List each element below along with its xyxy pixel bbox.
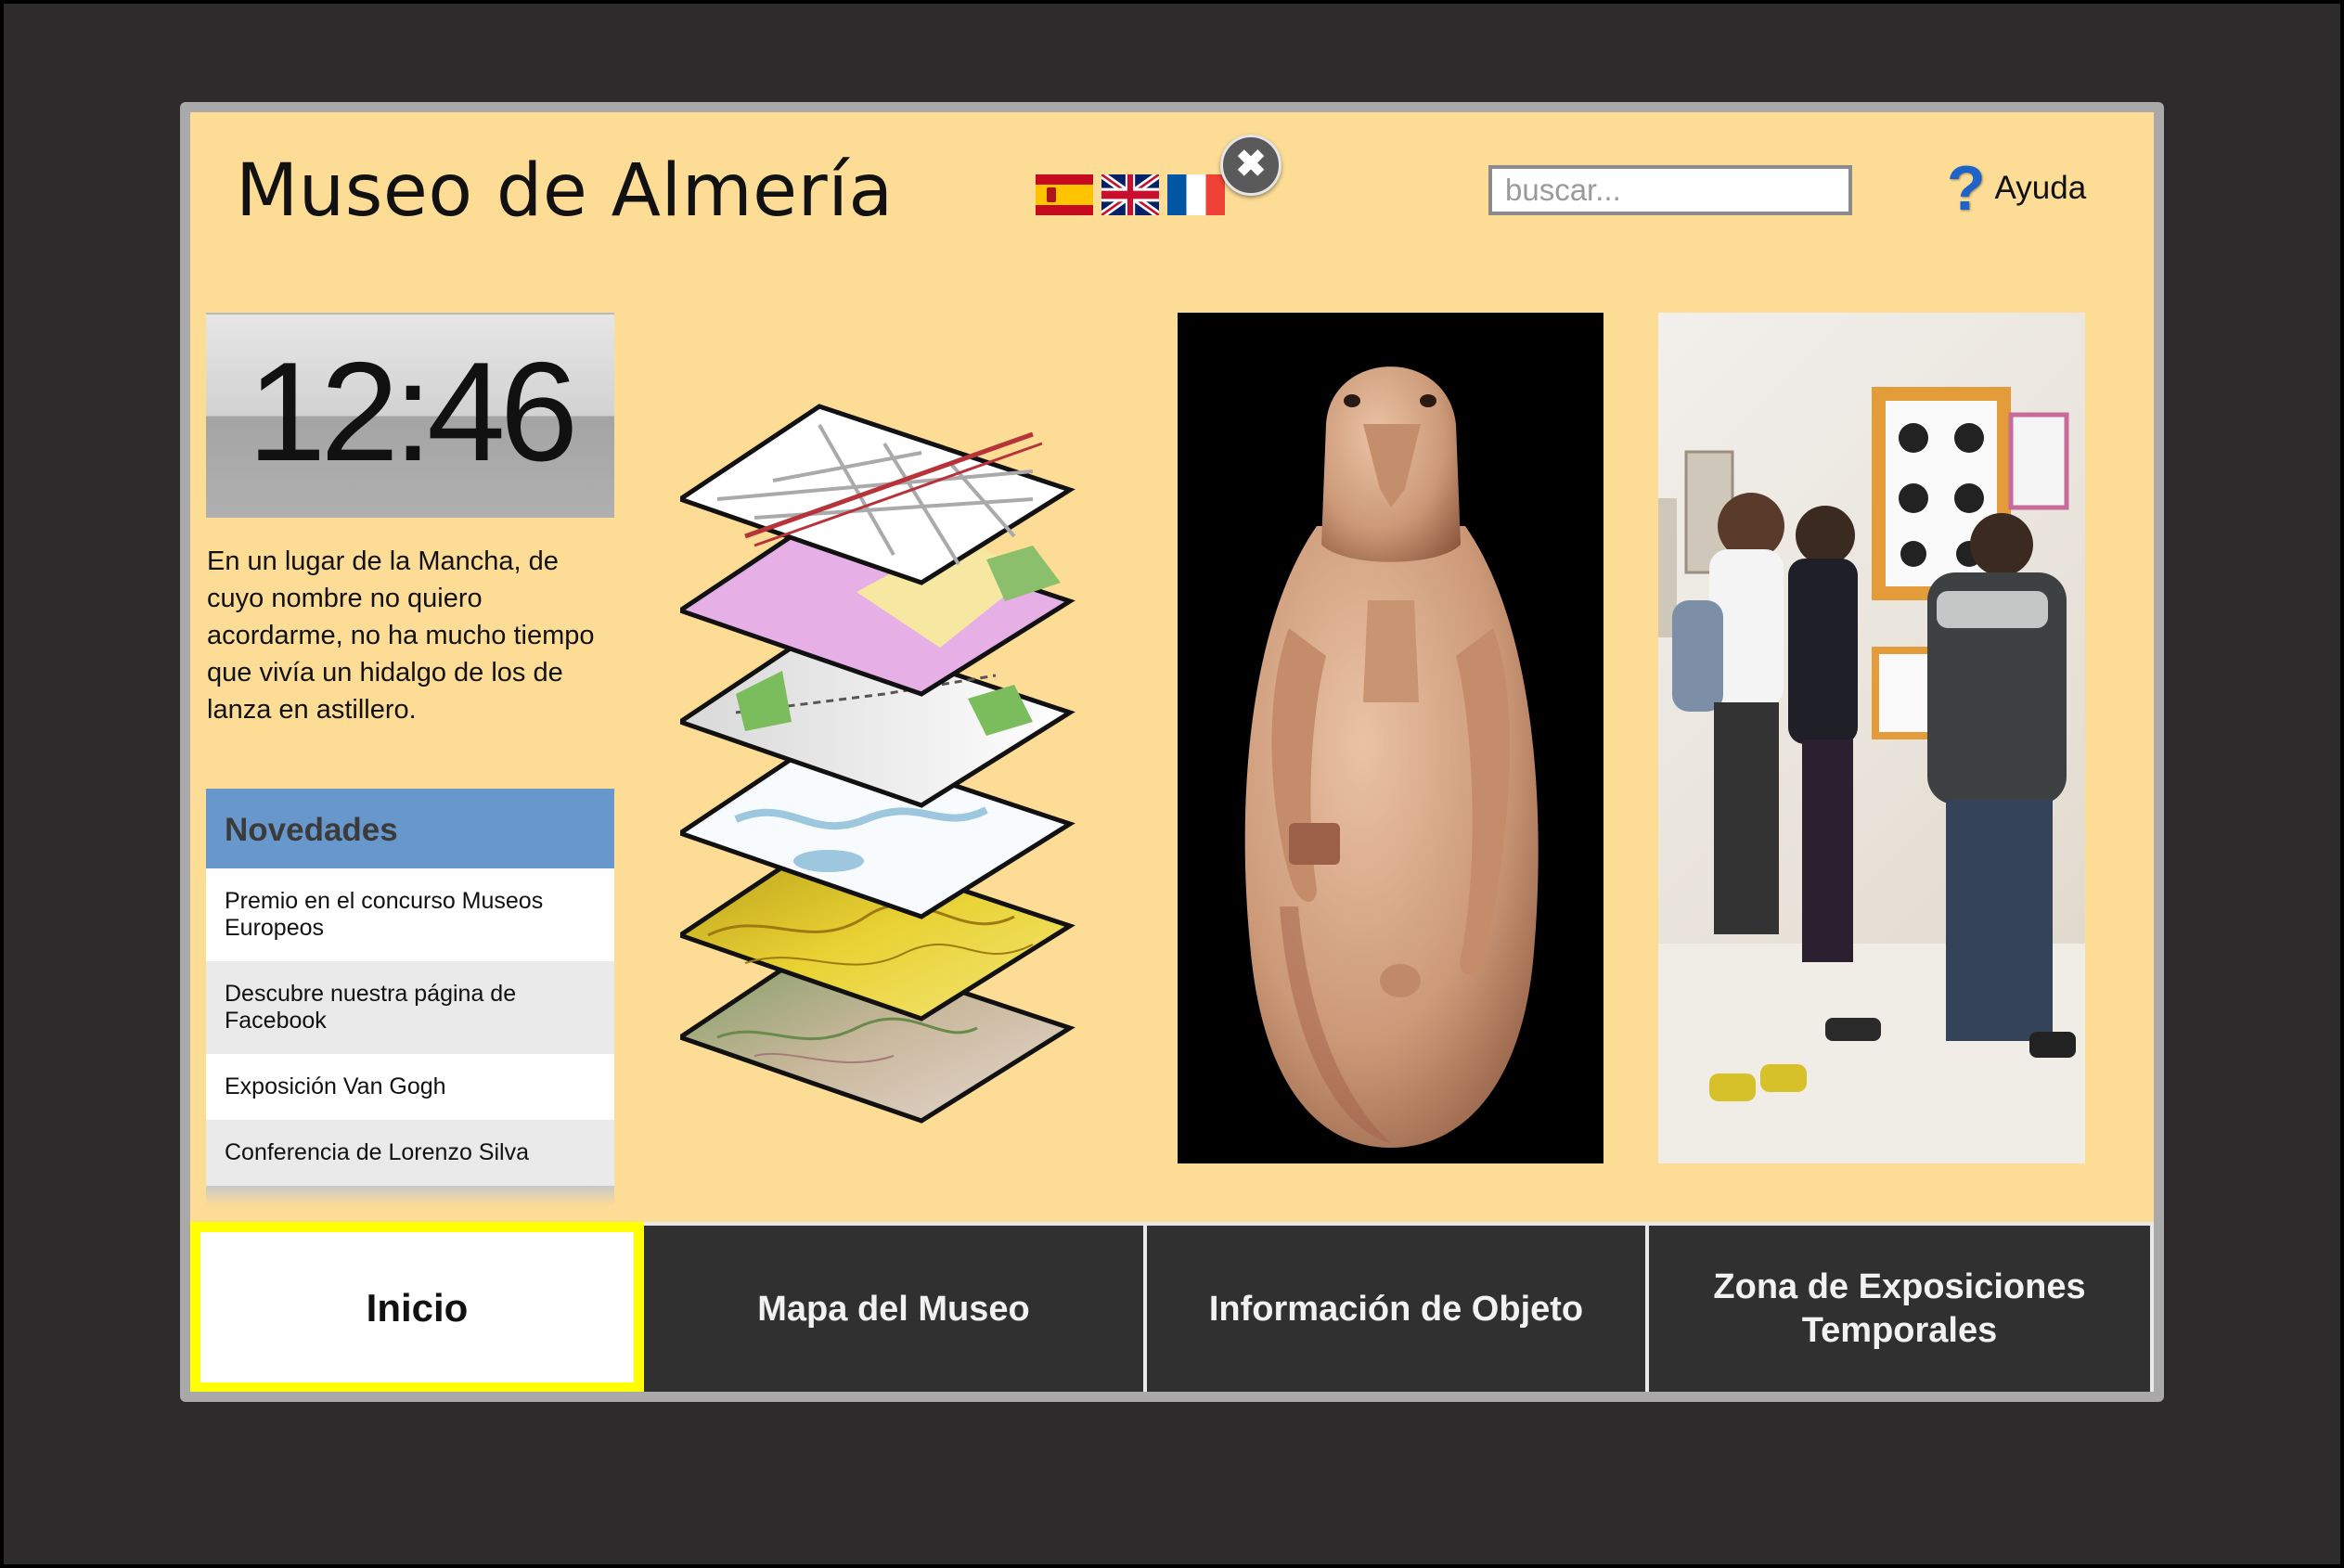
tab-zona-de-exposiciones-temporales[interactable]: Zona de Exposiciones Temporales [1649, 1222, 2154, 1392]
news-divider [206, 1186, 614, 1206]
map-layers-image[interactable] [680, 314, 1079, 1130]
question-icon: ? [1947, 153, 1986, 224]
help-button[interactable]: ? Ayuda [1947, 156, 2086, 221]
tab-label: Zona de Exposiciones Temporales [1713, 1267, 2086, 1350]
main-navigation: Inicio Mapa del Museo Información de Obj… [190, 1222, 2154, 1392]
news-item-label: Exposición Van Gogh [225, 1073, 446, 1099]
intro-text: En un lugar de la Mancha, de cuyo nombre… [207, 546, 595, 725]
kiosk-screen: Museo de Almería ✖ ? Ayuda 12:46 En un l… [180, 102, 2164, 1402]
tab-label: Inicio [366, 1285, 469, 1330]
news-item[interactable]: Descubre nuestra página de Facebook [206, 961, 614, 1054]
help-label: Ayuda [1994, 170, 2087, 206]
french-flag-icon[interactable] [1167, 174, 1225, 215]
search-input[interactable] [1488, 165, 1852, 215]
news-item[interactable]: Premio en el concurso Museos Europeos [206, 868, 614, 961]
tab-label: Información de Objeto [1208, 1289, 1584, 1329]
museum-object-image[interactable] [1178, 313, 1603, 1163]
page-title: Museo de Almería [236, 149, 894, 233]
tab-informacion-de-objeto[interactable]: Información de Objeto [1147, 1222, 1649, 1392]
news-item-label: Conferencia de Lorenzo Silva [225, 1139, 529, 1165]
news-panel: Novedades Premio en el concurso Museos E… [206, 789, 614, 1206]
spanish-flag-icon[interactable] [1036, 174, 1093, 215]
tab-mapa-del-museo[interactable]: Mapa del Museo [644, 1222, 1147, 1392]
news-item-label: Premio en el concurso Museos Europeos [225, 888, 544, 941]
news-item[interactable]: Exposición Van Gogh [206, 1054, 614, 1120]
tab-label: Mapa del Museo [757, 1289, 1030, 1329]
language-selector [1036, 174, 1225, 217]
news-item-label: Descubre nuestra página de Facebook [225, 981, 517, 1034]
close-icon[interactable]: ✖ [1220, 135, 1281, 196]
visitors-photo[interactable] [1658, 313, 2085, 1163]
clock-time: 12:46 [247, 333, 578, 491]
news-item[interactable]: Conferencia de Lorenzo Silva [206, 1120, 614, 1186]
uk-flag-icon[interactable] [1101, 174, 1159, 215]
news-header: Novedades [206, 789, 614, 868]
tab-inicio[interactable]: Inicio [190, 1222, 644, 1392]
clock-widget: 12:46 [206, 313, 614, 518]
